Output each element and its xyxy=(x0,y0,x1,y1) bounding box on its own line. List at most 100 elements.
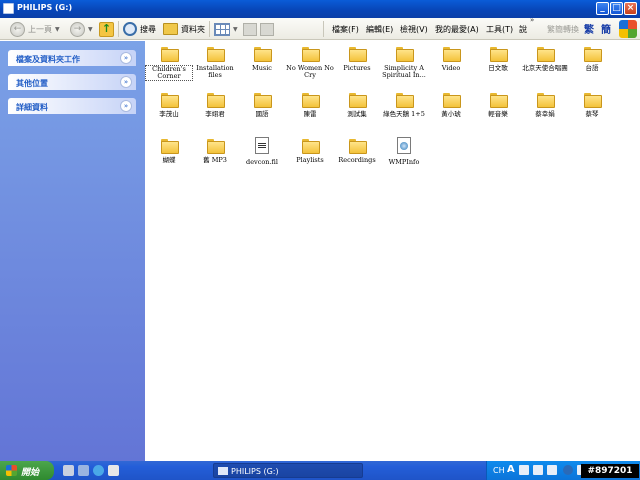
menu-file[interactable]: 檔案(F) xyxy=(332,24,359,35)
watermark-badge: #897201 xyxy=(581,464,639,478)
maximize-button[interactable]: □ xyxy=(610,2,623,15)
folder-icon xyxy=(302,139,320,154)
folder-item[interactable]: 日文歌 xyxy=(474,47,522,72)
simplified-button[interactable]: 簡 xyxy=(601,21,611,36)
panel-file-folder-tasks[interactable]: 檔案及資料夾工作 » xyxy=(8,50,136,66)
menu-help[interactable]: 說 xyxy=(519,24,527,35)
folder-item[interactable]: 蔡琴 xyxy=(568,93,616,118)
item-label: Music xyxy=(252,64,272,72)
expand-chevron-icon[interactable]: » xyxy=(120,52,132,64)
panel-other-places[interactable]: 其他位置 » xyxy=(8,74,136,90)
item-label: 輕音樂 xyxy=(488,110,508,118)
ime-mode-icon[interactable] xyxy=(519,465,529,475)
folder-icon xyxy=(254,93,272,108)
panel-details[interactable]: 詳細資料 » xyxy=(8,98,136,114)
file-list[interactable]: Children's Corner Installation files Music… xyxy=(145,41,640,461)
folder-icon xyxy=(207,139,225,154)
item-label: Children's Corner xyxy=(145,65,193,81)
item-label: Pictures xyxy=(343,64,371,72)
folder-icon xyxy=(302,47,320,62)
folder-item[interactable]: 輕音樂 xyxy=(474,93,522,118)
file-item[interactable]: WMPInfo xyxy=(380,137,428,166)
title-bar: PHILIPS (G:) _ □ × xyxy=(0,0,640,18)
windows-flag-icon xyxy=(6,465,17,476)
folder-item[interactable]: Children's Corner xyxy=(145,47,193,81)
folder-item[interactable]: 國語 xyxy=(238,93,286,118)
panel-title: 其他位置 xyxy=(16,79,48,88)
folder-item[interactable]: Simplicity A Spiritual In... xyxy=(380,47,428,79)
menu-edit[interactable]: 編輯(E) xyxy=(366,24,393,35)
ime-convert-label[interactable]: 繁簡轉換 xyxy=(547,24,579,35)
up-folder-button[interactable]: ↑ xyxy=(99,20,114,38)
search-button[interactable]: 搜尋 xyxy=(123,20,156,38)
quicklaunch-users-icon[interactable] xyxy=(78,465,89,476)
folder-item[interactable]: Playlists xyxy=(286,139,334,164)
folder-item[interactable]: 陳雷 xyxy=(286,93,334,118)
quicklaunch-tool-icon[interactable] xyxy=(108,465,119,476)
move-to-button[interactable] xyxy=(243,20,257,38)
close-button[interactable]: × xyxy=(624,2,637,15)
folder-item[interactable]: 測試集 xyxy=(333,93,381,118)
minimize-button[interactable]: _ xyxy=(596,2,609,15)
move-to-icon xyxy=(243,22,257,36)
start-button[interactable]: 開始 xyxy=(0,461,54,480)
back-label: 上一頁 xyxy=(28,24,52,34)
folder-item[interactable]: 蝴蝶 xyxy=(145,139,193,164)
folder-icon xyxy=(584,47,602,62)
copy-to-icon xyxy=(260,22,274,36)
views-button[interactable]: ▼ xyxy=(214,20,238,38)
forward-button[interactable]: → ▼ xyxy=(70,20,93,38)
panel-title: 檔案及資料夾工作 xyxy=(16,55,80,64)
quicklaunch-app-icon[interactable] xyxy=(63,465,74,476)
folders-button[interactable]: 資料夾 xyxy=(163,20,205,38)
folder-item[interactable]: No Women No Cry xyxy=(286,47,334,79)
help-icon[interactable] xyxy=(547,465,557,475)
folder-item[interactable]: 蔡幸娟 xyxy=(521,93,569,118)
folder-item[interactable]: 台語 xyxy=(568,47,616,72)
language-indicator[interactable]: CH xyxy=(493,466,505,475)
chevron-down-icon: ▼ xyxy=(88,25,93,33)
folder-item[interactable]: 綠色天鵝 1+5 xyxy=(380,93,428,118)
expand-chevron-icon[interactable]: » xyxy=(120,76,132,88)
item-label: Simplicity A Spiritual In... xyxy=(382,64,426,79)
toolbar-divider xyxy=(118,21,119,37)
network-icon[interactable] xyxy=(563,465,573,475)
item-label: 黃小琥 xyxy=(441,110,461,118)
folders-label: 資料夾 xyxy=(181,24,205,34)
folder-item[interactable]: Music xyxy=(238,47,286,72)
search-label: 搜尋 xyxy=(140,24,156,34)
item-label: 北京天使合唱團 xyxy=(522,64,568,72)
folder-item[interactable]: 舊 MP3 xyxy=(191,139,239,164)
folder-icon xyxy=(161,47,179,62)
back-button[interactable]: ← 上一頁 ▼ xyxy=(10,20,60,38)
search-icon xyxy=(123,22,137,36)
folder-item[interactable]: Installation files xyxy=(191,47,239,79)
item-label: 日文歌 xyxy=(488,64,508,72)
folder-item[interactable]: 黃小琥 xyxy=(427,93,475,118)
folder-item[interactable]: 李茂山 xyxy=(145,93,193,118)
task-philips-window[interactable]: PHILIPS (G:) xyxy=(213,463,363,478)
task-pane: 檔案及資料夾工作 » 其他位置 » 詳細資料 » xyxy=(0,41,145,461)
item-label: devcon.fil xyxy=(246,158,278,166)
menu-view[interactable]: 檢視(V) xyxy=(400,24,428,35)
folder-item[interactable]: Recordings xyxy=(333,139,381,164)
toolbar-divider xyxy=(323,21,324,37)
menu-favorites[interactable]: 我的最愛(A) xyxy=(435,24,479,35)
folder-item[interactable]: Video xyxy=(427,47,475,72)
menu-overflow-chevron[interactable]: » xyxy=(530,16,534,24)
folder-item[interactable]: 李翊君 xyxy=(191,93,239,118)
traditional-button[interactable]: 繁 xyxy=(584,21,594,36)
item-label: Recordings xyxy=(338,156,376,164)
menu-tools[interactable]: 工具(T) xyxy=(486,24,513,35)
ime-a-icon[interactable]: A xyxy=(507,464,515,475)
expand-chevron-icon[interactable]: » xyxy=(120,100,132,112)
folder-item[interactable]: Pictures xyxy=(333,47,381,72)
ime-toolbar-icon[interactable] xyxy=(533,465,543,475)
folder-icon xyxy=(302,93,320,108)
copy-to-button[interactable] xyxy=(260,20,274,38)
file-item[interactable]: devcon.fil xyxy=(238,137,286,166)
folder-icon xyxy=(396,47,414,62)
item-label: Playlists xyxy=(296,156,324,164)
internet-explorer-icon[interactable] xyxy=(93,465,104,476)
folder-item[interactable]: 北京天使合唱團 xyxy=(521,47,569,72)
